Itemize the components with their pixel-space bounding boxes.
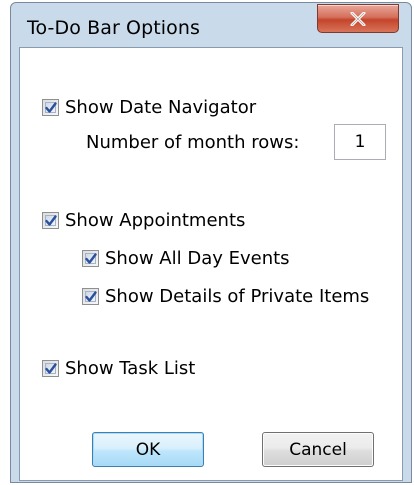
checkmark-icon [45,362,57,374]
appointments-checkbox[interactable] [42,211,59,229]
show-task-list-option[interactable]: Show Task List [42,356,195,380]
show-all-day-events-option[interactable]: Show All Day Events [82,246,290,270]
month-rows-input[interactable]: 1 [334,124,386,160]
close-button[interactable] [317,4,399,33]
date-navigator-checkbox[interactable] [42,98,59,116]
task-list-label: Show Task List [65,357,196,379]
all-day-events-label: Show All Day Events [105,247,290,269]
cancel-button[interactable]: Cancel [262,432,374,467]
dialog-title: To-Do Bar Options [27,17,201,39]
month-rows-label: Number of month rows: [86,132,300,153]
all-day-events-checkbox[interactable] [82,249,99,267]
task-list-checkbox[interactable] [42,359,59,377]
ok-button[interactable]: OK [92,432,204,467]
checkmark-icon [85,252,97,264]
title-bar[interactable]: To-Do Bar Options [11,3,411,47]
checkmark-icon [85,290,97,302]
checkmark-icon [45,101,57,113]
appointments-label: Show Appointments [65,209,246,231]
dialog-window: To-Do Bar Options Show Date Navigator Nu… [10,2,412,483]
dialog-body: Show Date Navigator Number of month rows… [19,47,403,481]
private-items-label: Show Details of Private Items [105,285,370,307]
date-navigator-label: Show Date Navigator [65,96,257,118]
show-appointments-option[interactable]: Show Appointments [42,208,245,232]
show-date-navigator-option[interactable]: Show Date Navigator [42,95,256,119]
show-private-items-option[interactable]: Show Details of Private Items [82,284,369,308]
close-x-icon [318,5,398,32]
private-items-checkbox[interactable] [82,287,99,305]
checkmark-icon [45,214,57,226]
